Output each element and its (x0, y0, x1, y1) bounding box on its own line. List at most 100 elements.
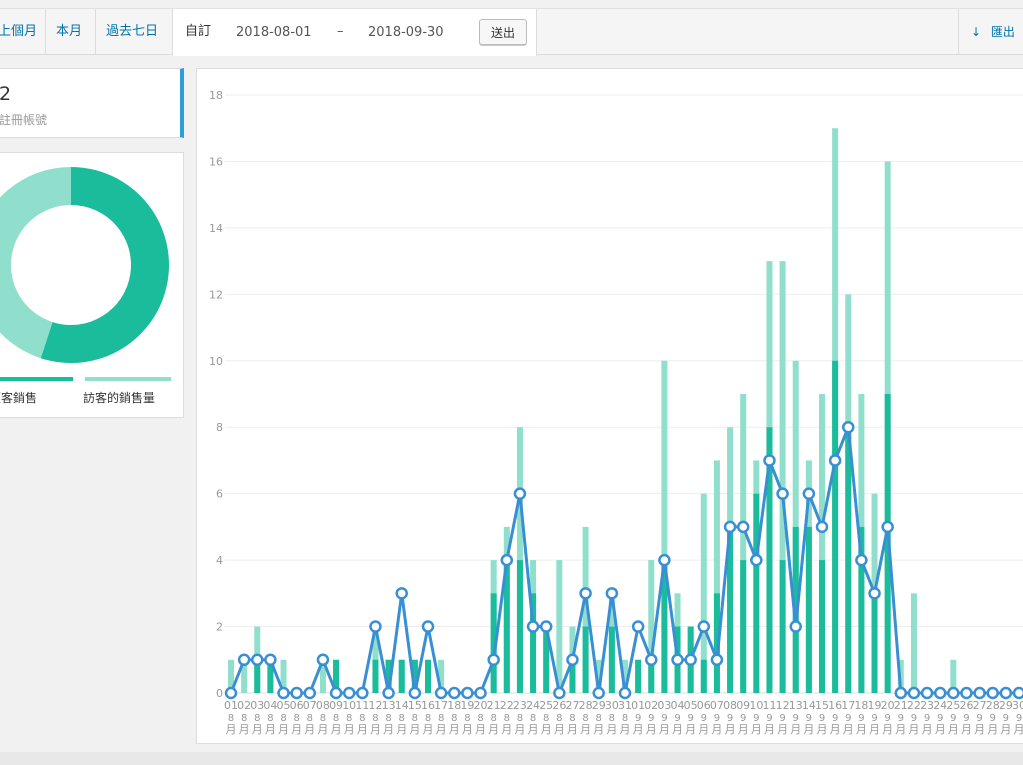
bar-customer-sales[interactable] (425, 659, 431, 693)
tab-last-7-days[interactable]: 過去七日 (96, 9, 173, 55)
orders-point[interactable] (828, 454, 842, 467)
orders-point[interactable] (500, 553, 514, 567)
registered-accounts-card[interactable]: 2 註冊帳號 (0, 68, 184, 138)
orders-point[interactable] (382, 686, 395, 700)
orders-point[interactable] (684, 653, 697, 667)
orders-point[interactable] (237, 653, 251, 667)
orders-point[interactable] (933, 686, 947, 700)
orders-point[interactable] (461, 686, 474, 700)
orders-point[interactable] (868, 587, 881, 600)
orders-point[interactable] (224, 686, 238, 700)
orders-point[interactable] (986, 686, 999, 700)
start-date-input[interactable] (236, 21, 328, 43)
orders-point[interactable] (842, 420, 855, 434)
orders-point[interactable] (448, 686, 461, 700)
bar-customer-sales[interactable] (516, 560, 523, 693)
orders-point[interactable] (605, 587, 619, 600)
orders-point[interactable] (736, 520, 750, 534)
orders-point[interactable] (973, 686, 986, 700)
orders-point[interactable] (513, 487, 527, 500)
orders-point[interactable] (290, 686, 303, 700)
orders-point[interactable] (579, 587, 592, 600)
x-tick-suffix: 月 (987, 723, 998, 736)
bar-guest-sales[interactable] (910, 593, 917, 693)
x-tick-suffix: 月 (935, 723, 946, 736)
orders-point[interactable] (881, 520, 894, 534)
bar-customer-sales[interactable] (740, 560, 747, 693)
orders-point[interactable] (329, 686, 343, 700)
bar-customer-sales[interactable] (845, 427, 852, 693)
orders-point[interactable] (631, 620, 645, 633)
orders-point[interactable] (342, 686, 356, 700)
x-tick-suffix: 月 (751, 723, 762, 736)
bar-customer-sales[interactable] (608, 626, 615, 693)
orders-point[interactable] (487, 653, 500, 667)
bar-customer-sales[interactable] (779, 560, 786, 693)
orders-point[interactable] (421, 620, 435, 633)
bar-customer-sales[interactable] (832, 360, 839, 693)
orders-point[interactable] (474, 686, 487, 700)
orders-point[interactable] (395, 587, 408, 600)
orders-point[interactable] (369, 620, 382, 633)
orders-point[interactable] (277, 686, 290, 700)
bar-customer-sales[interactable] (635, 659, 642, 693)
orders-point[interactable] (303, 686, 317, 700)
orders-point[interactable] (776, 487, 789, 500)
orders-point[interactable] (723, 520, 737, 534)
bar-customer-sales[interactable] (372, 659, 379, 693)
orders-point[interactable] (539, 620, 553, 633)
bar-customer-sales[interactable] (819, 560, 825, 693)
bar-customer-sales[interactable] (700, 659, 707, 693)
orders-point[interactable] (671, 653, 684, 667)
orders-point[interactable] (947, 686, 960, 700)
x-tick-day: 04 (263, 699, 277, 712)
orders-point[interactable] (356, 686, 369, 700)
orders-point[interactable] (763, 454, 776, 467)
bar-customer-sales[interactable] (805, 526, 812, 693)
orders-point[interactable] (553, 686, 566, 700)
bar-customer-sales[interactable] (753, 493, 760, 693)
submit-range-button[interactable]: 送出 (479, 19, 527, 45)
bar-customer-sales[interactable] (871, 593, 878, 693)
bar-customer-sales[interactable] (398, 659, 405, 693)
tab-custom[interactable]: 自訂 – 送出 (173, 9, 537, 56)
x-tick-day: 06 (290, 699, 304, 712)
orders-point[interactable] (907, 686, 921, 700)
orders-point[interactable] (855, 553, 868, 567)
x-tick-suffix: 月 (528, 723, 539, 736)
orders-point[interactable] (645, 653, 658, 667)
x-tick-suffix: 月 (961, 723, 972, 736)
orders-point[interactable] (566, 653, 579, 667)
export-button[interactable]: ↓ 匯出 (958, 9, 1023, 55)
orders-point[interactable] (960, 686, 973, 700)
x-tick-day: 07 (710, 699, 724, 712)
orders-point[interactable] (264, 653, 277, 667)
tab-last-month[interactable]: 上個月 (0, 9, 46, 55)
tab-this-month[interactable]: 本月 (46, 9, 96, 55)
orders-point[interactable] (618, 686, 632, 700)
orders-point[interactable] (802, 487, 816, 500)
x-tick-day: 09 (329, 699, 343, 712)
orders-point[interactable] (697, 620, 711, 633)
x-tick-suffix: 月 (357, 723, 368, 736)
orders-point[interactable] (920, 686, 934, 700)
orders-point[interactable] (592, 686, 605, 700)
orders-point[interactable] (789, 620, 802, 633)
orders-point[interactable] (434, 686, 448, 700)
orders-point[interactable] (251, 653, 264, 667)
orders-point[interactable] (1012, 686, 1023, 700)
orders-point[interactable] (815, 520, 829, 534)
orders-point[interactable] (316, 653, 330, 667)
orders-point[interactable] (408, 686, 422, 700)
end-date-input[interactable] (368, 21, 460, 43)
legend-guest-sales[interactable]: 訪客的銷售量 (83, 377, 171, 407)
orders-point[interactable] (658, 553, 671, 567)
orders-point[interactable] (526, 620, 540, 633)
orders-point[interactable] (999, 686, 1013, 700)
orders-point[interactable] (750, 553, 763, 567)
bar-guest-sales[interactable] (556, 560, 563, 693)
bar-customer-sales[interactable] (582, 626, 589, 693)
legend-customer-sales[interactable]: 顧客銷售 (0, 377, 73, 407)
orders-point[interactable] (710, 653, 724, 667)
orders-point[interactable] (894, 686, 908, 700)
